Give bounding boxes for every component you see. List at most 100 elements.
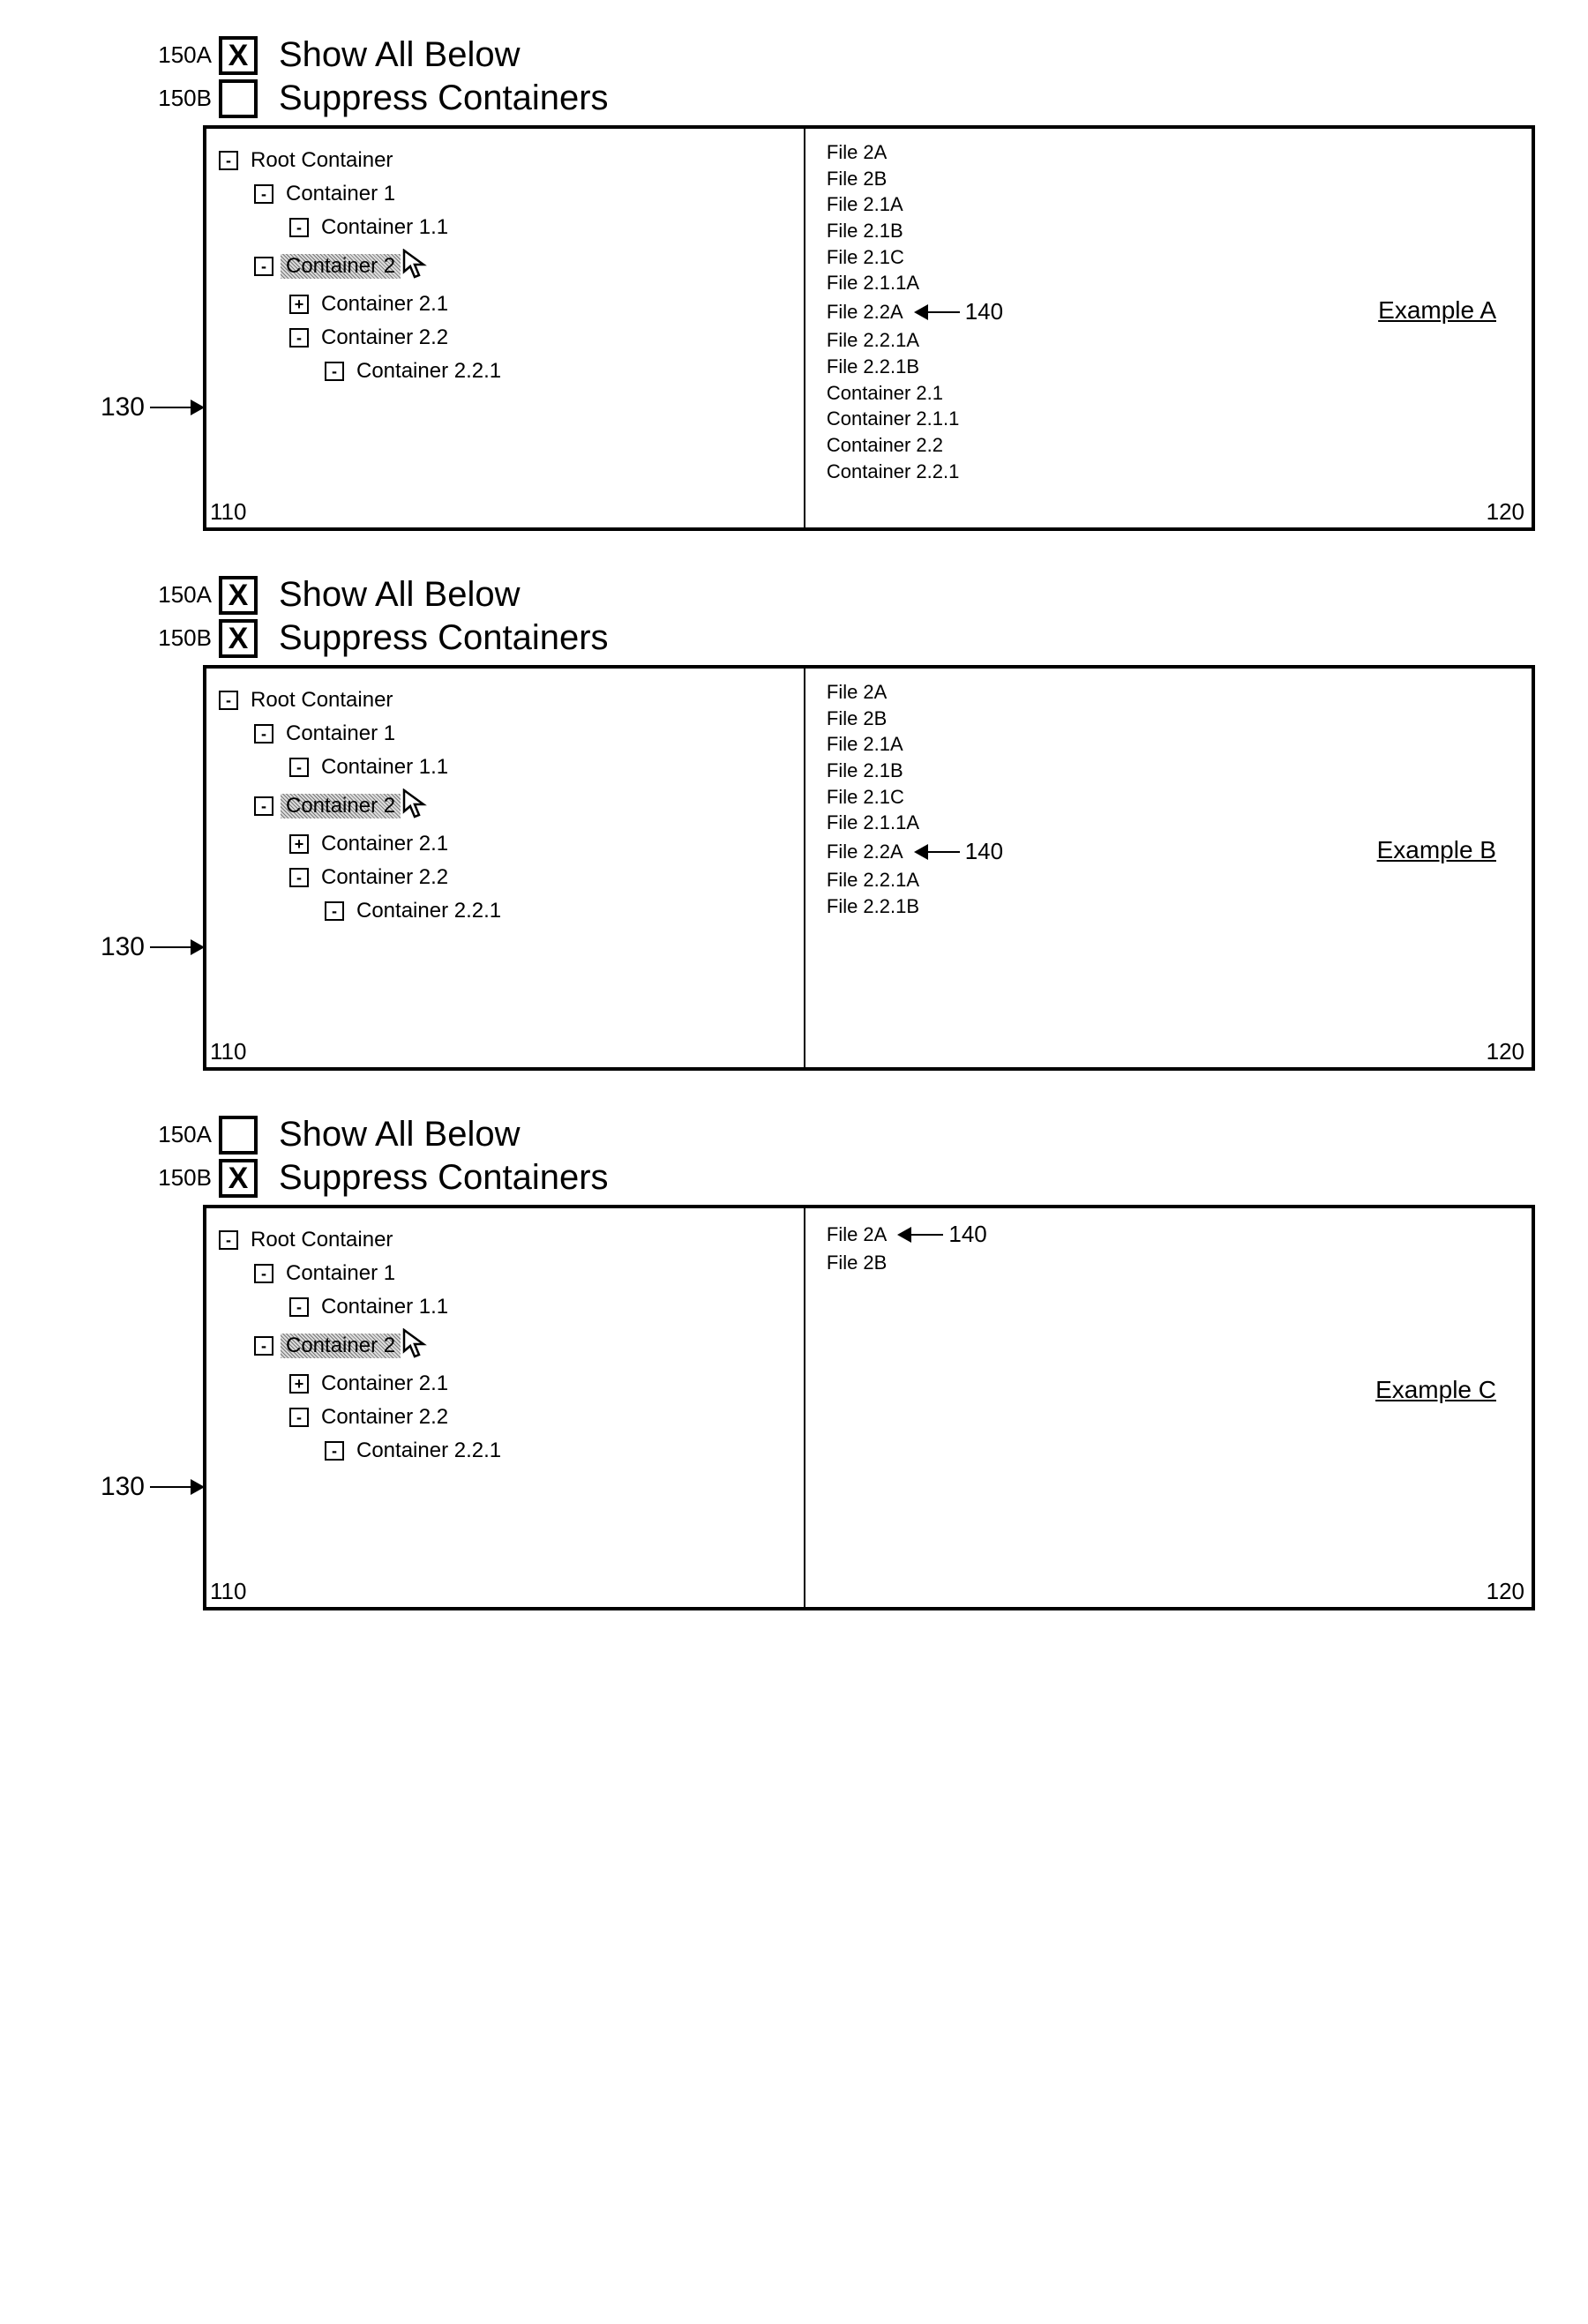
list-item-label: File 2.2A [827, 839, 903, 865]
tree-container-2-expander[interactable]: - [254, 796, 273, 816]
tree-container-1-expander[interactable]: - [254, 184, 273, 204]
tree-root[interactable]: -Root Container [219, 688, 797, 713]
tree-container-2-2[interactable]: -Container 2.2 [289, 865, 797, 890]
list-item-label: File 2.1A [827, 191, 903, 218]
list-item[interactable]: Container 2.1 [827, 380, 1517, 407]
tree-container-1-1-expander[interactable]: - [289, 758, 309, 777]
checkbox-show-all-below[interactable]: X [219, 576, 258, 615]
ref-130-callout: 130 [101, 932, 203, 962]
tree-container-2-1[interactable]: + Container 2.1 [289, 292, 797, 317]
tree-container-2-2[interactable]: -Container 2.2 [289, 325, 797, 350]
ref-150B: 150B [132, 1164, 219, 1192]
panel-wrap: 130-Root Container-Container 1-Container… [53, 665, 1535, 1071]
tree-container-2-1-expander[interactable]: + [289, 1374, 309, 1394]
tree-container-1[interactable]: -Container 1 [254, 721, 797, 746]
tree-container-2-1-expander[interactable]: + [289, 834, 309, 854]
list-item[interactable]: File 2.2.1A [827, 867, 1517, 893]
tree-container-1[interactable]: -Container 1 [254, 1261, 797, 1286]
list-item[interactable]: File 2.2.1B [827, 354, 1517, 380]
tree-container-1-expander[interactable]: - [254, 724, 273, 744]
tree-container-2-1[interactable]: +Container 2.1 [289, 1371, 797, 1396]
tree-container-2-2-1[interactable]: -Container 2.2.1 [325, 1438, 797, 1463]
list-item[interactable]: File 2.2.1B [827, 893, 1517, 920]
tree-container-2-2-expander[interactable]: - [289, 328, 309, 347]
list-item-label: File 2.1.1A [827, 810, 919, 836]
list-item-label: File 2.2.1A [827, 867, 919, 893]
list-item-label: Container 2.1 [827, 380, 943, 407]
list-item[interactable]: File 2.1A [827, 191, 1517, 218]
list-item[interactable]: File 2.1C [827, 244, 1517, 271]
options-block: 150AXShow All Below150BSuppress Containe… [132, 35, 1535, 118]
ref-150A: 150A [132, 581, 219, 609]
tree-root-expander[interactable]: - [219, 1230, 238, 1250]
tree-container-2-2-label: Container 2.2 [316, 1405, 453, 1430]
tree-container-2[interactable]: -Container 2 [254, 1328, 797, 1363]
list-item[interactable]: File 2A [827, 679, 1517, 706]
list-item-label: File 2.2A [827, 299, 903, 325]
tree-container-2-1-expander[interactable]: + [289, 295, 309, 314]
example-label: Example C [1375, 1376, 1496, 1404]
list-item[interactable]: File 2A [827, 139, 1517, 166]
list-item[interactable]: File 2A140 [827, 1219, 1517, 1250]
list-item[interactable]: File 2.1C [827, 784, 1517, 811]
checkbox-show-all-below[interactable]: X [219, 36, 258, 75]
tree-container-2-2-1-expander[interactable]: - [325, 901, 344, 921]
list-item[interactable]: File 2.1A [827, 731, 1517, 758]
tree-root-expander[interactable]: - [219, 691, 238, 710]
checkbox-suppress-containers[interactable]: X [219, 619, 258, 658]
file-list: File 2AFile 2BFile 2.1AFile 2.1BFile 2.1… [827, 679, 1517, 920]
tree-container-2-2-expander[interactable]: - [289, 1408, 309, 1427]
tree-container-2-2-1[interactable]: -Container 2.2.1 [325, 899, 797, 923]
cursor-icon [402, 1328, 429, 1358]
split-panel: -Root Container -Container 1 -Container 1.… [203, 1205, 1535, 1610]
checkbox-suppress-containers[interactable] [219, 79, 258, 118]
list-item[interactable]: Container 2.1.1 [827, 406, 1517, 432]
tree-container-2-2-1[interactable]: -Container 2.2.1 [325, 359, 797, 384]
ref-130-callout: 130 [101, 392, 203, 422]
list-item[interactable]: File 2.1.1A [827, 270, 1517, 296]
panel-wrap: 130-Root Container-Container 1-Container… [53, 1205, 1535, 1610]
option-row-show-all-below: 150AXShow All Below [132, 35, 1535, 75]
tree-container-2-1[interactable]: +Container 2.1 [289, 832, 797, 856]
list-item[interactable]: File 2B [827, 706, 1517, 732]
tree-container-2[interactable]: -Container 2 [254, 249, 797, 283]
list-item[interactable]: File 2.1B [827, 218, 1517, 244]
tree-container-2-expander[interactable]: - [254, 1336, 273, 1356]
list-item[interactable]: Container 2.2.1 [827, 459, 1517, 485]
list-item[interactable]: File 2B [827, 166, 1517, 192]
list-item[interactable]: File 2.1.1A [827, 810, 1517, 836]
options-block: 150AShow All Below150BXSuppress Containe… [132, 1115, 1535, 1198]
tree-root-expander[interactable]: - [219, 151, 238, 170]
list-item[interactable]: File 2.1B [827, 758, 1517, 784]
tree-container-2-1-label: Container 2.1 [316, 292, 453, 317]
tree-container-1-expander[interactable]: - [254, 1264, 273, 1283]
tree-container-1-1[interactable]: -Container 1.1 [289, 1295, 797, 1319]
example-B: 150AXShow All Below150BXSuppress Contain… [53, 575, 1535, 1071]
tree-container-1-1-expander[interactable]: - [289, 1297, 309, 1317]
tree-container-2-2-1-expander[interactable]: - [325, 362, 344, 381]
ref-140: 140 [965, 296, 1003, 327]
tree-container-1[interactable]: -Container 1 [254, 182, 797, 206]
tree-container-2[interactable]: -Container 2 [254, 788, 797, 823]
tree-root[interactable]: -Root Container [219, 148, 797, 173]
tree-container-1-1[interactable]: -Container 1.1 [289, 215, 797, 240]
list-item[interactable]: File 2B [827, 1250, 1517, 1276]
list-item-label: File 2.1B [827, 758, 903, 784]
list-item[interactable]: Container 2.2 [827, 432, 1517, 459]
arrow-left-icon [916, 851, 960, 853]
tree-container-2-2-1-label: Container 2.2.1 [351, 1438, 506, 1463]
tree-container-2-expander[interactable]: - [254, 257, 273, 276]
list-pane: File 2AFile 2BFile 2.1AFile 2.1BFile 2.1… [805, 669, 1532, 1067]
list-item-label: File 2B [827, 166, 887, 192]
tree-container-2-label: Container 2 [281, 794, 401, 818]
tree-container-2-2[interactable]: -Container 2.2 [289, 1405, 797, 1430]
tree-container-2-2-1-expander[interactable]: - [325, 1441, 344, 1461]
tree-container-1-1-label: Container 1.1 [316, 755, 453, 780]
tree-root[interactable]: -Root Container [219, 1228, 797, 1252]
checkbox-show-all-below[interactable] [219, 1116, 258, 1155]
list-item[interactable]: File 2.2.1A [827, 327, 1517, 354]
tree-container-2-2-expander[interactable]: - [289, 868, 309, 887]
checkbox-suppress-containers[interactable]: X [219, 1159, 258, 1198]
tree-container-1-1-expander[interactable]: - [289, 218, 309, 237]
tree-container-1-1[interactable]: -Container 1.1 [289, 755, 797, 780]
